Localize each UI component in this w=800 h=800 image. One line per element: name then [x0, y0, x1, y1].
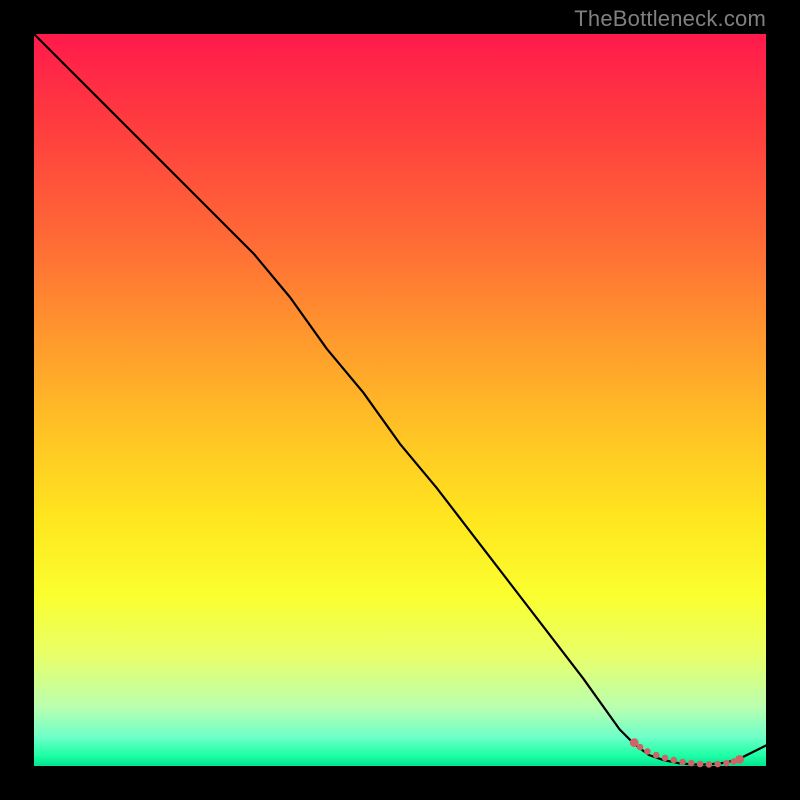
gradient-plot-area	[34, 34, 766, 766]
trough-dot	[714, 761, 721, 768]
trough-dot	[653, 752, 660, 759]
trough-dot	[662, 755, 669, 762]
trough-dot	[637, 744, 644, 751]
bottleneck-curve	[34, 34, 766, 765]
curve-layer	[34, 34, 766, 766]
chart-stage: TheBottleneck.com	[0, 0, 800, 800]
trough-dot	[735, 755, 744, 764]
trough-dot	[723, 760, 730, 767]
watermark-text: TheBottleneck.com	[574, 6, 766, 32]
trough-dot	[671, 757, 678, 764]
trough-dot	[697, 761, 704, 768]
trough-dot	[644, 748, 651, 755]
trough-dot	[679, 759, 686, 766]
trough-dot	[706, 761, 713, 768]
trough-dot	[688, 760, 695, 767]
